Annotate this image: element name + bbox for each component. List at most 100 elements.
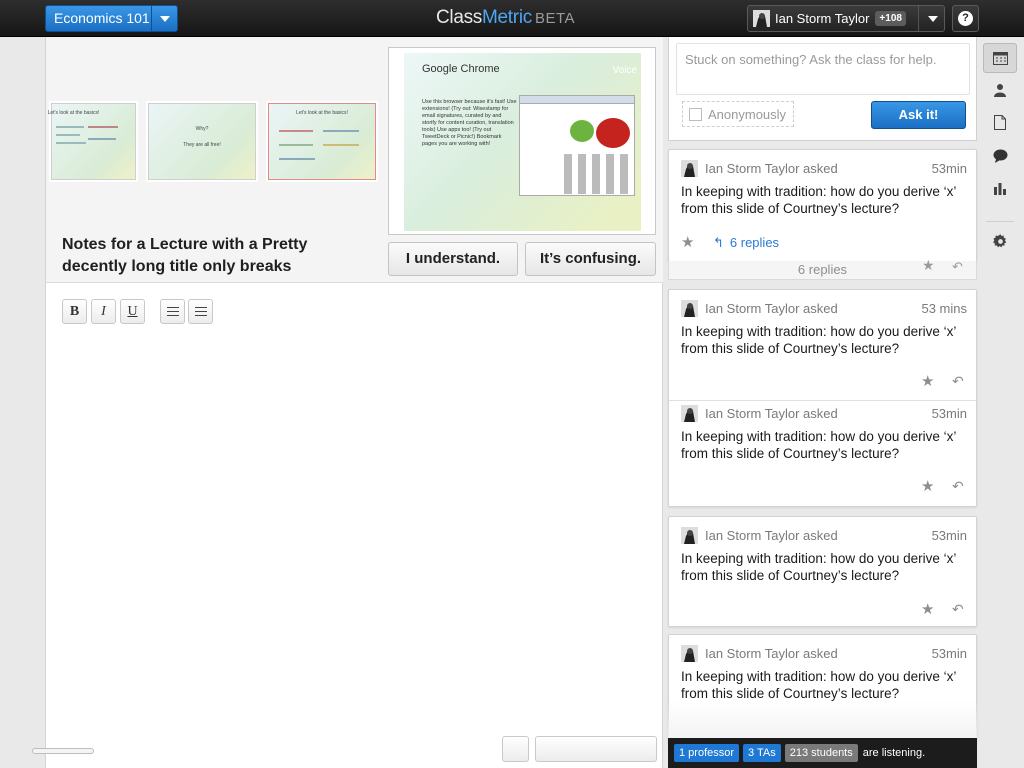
students-badge[interactable]: 213 students — [784, 744, 858, 762]
replies-count: 6 replies — [729, 235, 780, 250]
editor-option-button[interactable] — [502, 736, 529, 762]
help-button[interactable]: ? — [952, 5, 979, 32]
slide-thumbnail-2-line1: Why? — [195, 126, 209, 132]
question-time: 53min — [931, 646, 967, 661]
question-asker: Ian Storm Taylor asked — [705, 301, 838, 316]
question-header: Ian Storm Taylor asked 53min — [681, 160, 967, 178]
slide-thumbnail-2-line2: They are all free! — [183, 142, 221, 148]
current-slide-body: Use this browser because it's fast! Use … — [422, 99, 517, 147]
avatar — [753, 10, 770, 27]
bold-button[interactable]: B — [62, 299, 87, 324]
avatar — [681, 160, 698, 177]
current-slide-canvas: Google Chrome Voice Use this browser bec… — [404, 53, 641, 231]
user-name: Ian Storm Taylor — [775, 11, 870, 26]
bulleted-list-button[interactable] — [160, 299, 185, 324]
people-button[interactable] — [983, 75, 1017, 105]
avatar — [681, 405, 698, 422]
question-header: Ian Storm Taylor asked 53min — [681, 527, 967, 545]
anonymous-checkbox[interactable]: Anonymously — [682, 101, 794, 127]
side-divider — [986, 221, 1014, 222]
question-asker: Ian Storm Taylor asked — [705, 646, 838, 661]
star-icon[interactable]: ★ — [921, 372, 934, 390]
numbered-list-icon — [195, 307, 207, 317]
checkbox-icon — [689, 107, 702, 121]
star-icon[interactable]: ★ — [921, 600, 934, 618]
collapsed-replies[interactable]: 6 replies ★ ↶ — [668, 257, 977, 280]
course-selector-button[interactable]: Economics 101 — [45, 5, 178, 32]
reply-icon[interactable]: ↶ — [952, 258, 963, 275]
question-card[interactable]: Ian Storm Taylor asked 53 mins In keepin… — [668, 289, 977, 507]
reply-icon[interactable]: ↶ — [952, 478, 964, 495]
slide-line — [56, 134, 80, 136]
ask-it-button[interactable]: Ask it! — [871, 101, 966, 129]
question-text: In keeping with tradition: how do you de… — [681, 184, 956, 216]
documents-button[interactable] — [983, 107, 1017, 137]
anonymous-label: Anonymously — [708, 106, 787, 122]
notes-title: Notes for a Lecture with a Pretty decent… — [62, 236, 308, 275]
slide-line — [323, 144, 359, 146]
user-menu-button[interactable]: Ian Storm Taylor +108 — [747, 5, 945, 32]
question-header: Ian Storm Taylor asked 53min — [681, 645, 967, 663]
calendar-button[interactable] — [983, 43, 1017, 73]
underline-button[interactable]: U — [120, 299, 145, 324]
brand-metric: Metric — [482, 7, 532, 28]
panel-resize-handle[interactable] — [32, 748, 94, 754]
slide-screenshot-pig — [570, 120, 594, 142]
document-icon — [994, 114, 1006, 130]
questions-button[interactable] — [983, 141, 1017, 171]
speech-bubble-icon — [993, 149, 1007, 163]
course-dropdown-toggle[interactable] — [151, 6, 177, 31]
confusing-button[interactable]: It’s confusing. — [525, 242, 656, 276]
replies-link[interactable]: ↰ 6 replies — [713, 235, 779, 251]
stats-button[interactable] — [983, 173, 1017, 203]
ta-badge[interactable]: 3 TAs — [743, 744, 781, 762]
help-icon: ? — [958, 11, 973, 26]
user-dropdown-toggle[interactable] — [918, 6, 944, 31]
reply-icon[interactable]: ↶ — [952, 373, 964, 390]
avatar — [681, 645, 698, 662]
star-icon[interactable]: ★ — [922, 257, 935, 274]
bulleted-list-icon — [167, 307, 179, 317]
question-asker: Ian Storm Taylor asked — [705, 161, 838, 176]
slide-thumbnail-3-title: Let's look at the basics! — [296, 110, 348, 116]
star-icon[interactable]: ★ — [921, 477, 934, 495]
avatar — [681, 300, 698, 317]
slide-thumbnail-1[interactable]: Let's look at the basics! — [48, 103, 136, 180]
question-input[interactable]: Stuck on something? Ask the class for he… — [676, 43, 970, 95]
brand-beta: BETA — [534, 10, 576, 27]
slide-thumbnail-3-selected[interactable]: Let's look at the basics! — [268, 103, 376, 180]
divider — [669, 400, 976, 401]
question-header: Ian Storm Taylor asked 53min — [681, 405, 967, 423]
question-card[interactable]: Ian Storm Taylor asked 53min In keeping … — [668, 516, 977, 627]
slide-line — [279, 130, 313, 132]
question-time: 53min — [931, 161, 967, 176]
current-slide[interactable]: Google Chrome Voice Use this browser bec… — [388, 47, 656, 235]
slide-line — [56, 126, 84, 128]
top-bar: Economics 101 ClassMetric BETA Ian Storm … — [0, 0, 1024, 37]
slide-screenshot — [519, 95, 635, 196]
question-header: Ian Storm Taylor asked 53 mins — [681, 300, 967, 318]
slide-thumbnail-2[interactable]: Why? They are all free! — [148, 103, 256, 180]
slide-screenshot-bird — [596, 118, 630, 148]
listening-text: are listening. — [862, 747, 926, 759]
question-time: 53min — [931, 528, 967, 543]
slide-strip: Let's look at the basics! Why? They are … — [46, 37, 663, 283]
reply-icon[interactable]: ↶ — [952, 601, 964, 618]
star-icon[interactable]: ★ — [681, 233, 694, 251]
list-fade-overlay — [668, 700, 977, 740]
question-text: In keeping with tradition: how do you de… — [681, 324, 956, 356]
settings-button[interactable] — [983, 226, 1017, 256]
understand-button[interactable]: I understand. — [388, 242, 518, 276]
current-slide-title: Google Chrome — [422, 63, 500, 75]
italic-button[interactable]: I — [91, 299, 116, 324]
user-icon — [994, 84, 1006, 97]
professor-badge[interactable]: 1 professor — [674, 744, 740, 762]
slide-line — [323, 130, 359, 132]
listeners-status-bar: 1 professor 3 TAs 213 students are liste… — [668, 738, 977, 768]
question-asker: Ian Storm Taylor asked — [705, 528, 838, 543]
question-card[interactable]: Ian Storm Taylor asked 53min In keeping … — [668, 149, 977, 262]
brand-class: Class — [436, 7, 483, 28]
app-logo: ClassMetric BETA — [436, 7, 575, 29]
numbered-list-button[interactable] — [188, 299, 213, 324]
editor-action-button[interactable] — [535, 736, 657, 762]
